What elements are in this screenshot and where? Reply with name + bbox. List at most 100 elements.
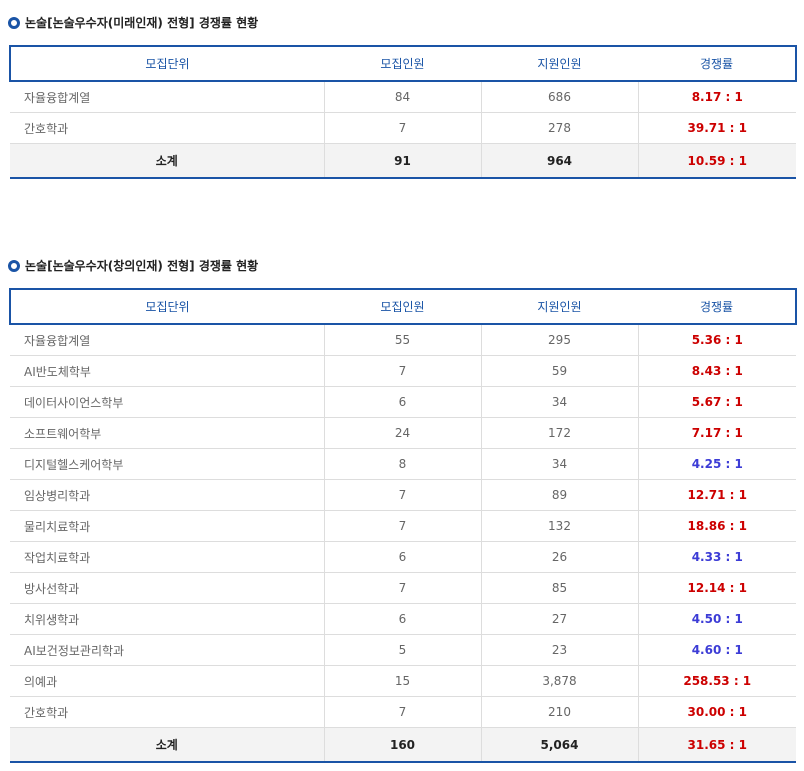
cell-quota: 15 xyxy=(324,665,482,697)
cell-unit: 자율융합계열 xyxy=(10,324,325,356)
cell-unit: 의예과 xyxy=(10,665,325,697)
section-title: 논술[논술우수자(창의인재) 전형] 경쟁률 현황 xyxy=(0,253,804,279)
cell-quota: 7 xyxy=(324,355,482,387)
cell-ratio: 30.00 : 1 xyxy=(638,696,796,728)
cell-unit: AI보건정보관리학과 xyxy=(10,634,325,666)
cell-quota: 7 xyxy=(324,479,482,511)
cell-ratio: 4.50 : 1 xyxy=(638,603,796,635)
circle-bullet-icon xyxy=(8,260,20,272)
cell-ratio: 12.71 : 1 xyxy=(638,479,796,511)
cell-unit: 간호학과 xyxy=(10,112,325,144)
cell-applicants: 132 xyxy=(481,510,639,542)
cell-applicants: 89 xyxy=(481,479,639,511)
cell-quota: 6 xyxy=(324,603,482,635)
section-title-text: 논술[논술우수자(미래인재) 전형] 경쟁률 현황 xyxy=(25,16,259,30)
table-row: 임상병리학과 7 89 12.71 : 1 xyxy=(10,479,796,511)
cell-applicants: 210 xyxy=(481,696,639,728)
cell-quota: 7 xyxy=(324,572,482,604)
header-applicants: 지원인원 xyxy=(481,45,638,82)
cell-applicants: 59 xyxy=(481,355,639,387)
cell-quota: 6 xyxy=(324,386,482,418)
table-row: 의예과 15 3,878 258.53 : 1 xyxy=(10,665,796,697)
competition-table: 모집단위 모집인원 지원인원 경쟁률 자율융합계열 55 295 5.36 : 1 AI… xyxy=(9,288,797,763)
table-row: 소프트웨어학부 24 172 7.17 : 1 xyxy=(10,417,796,449)
header-quota: 모집인원 xyxy=(324,45,481,82)
cell-quota: 8 xyxy=(324,448,482,480)
cell-unit: 디지털헬스케어학부 xyxy=(10,448,325,480)
header-quota: 모집인원 xyxy=(324,288,481,325)
competition-table: 모집단위 모집인원 지원인원 경쟁률 자율융합계열 84 686 8.17 : 1 간호… xyxy=(9,45,797,179)
cell-applicants: 295 xyxy=(481,324,639,356)
total-quota: 91 xyxy=(324,143,482,179)
table-row: AI보건정보관리학과 5 23 4.60 : 1 xyxy=(10,634,796,666)
section-title-text: 논술[논술우수자(창의인재) 전형] 경쟁률 현황 xyxy=(25,259,259,273)
cell-applicants: 85 xyxy=(481,572,639,604)
table-total-row: 소계 160 5,064 31.65 : 1 xyxy=(10,727,796,763)
cell-unit: 물리치료학과 xyxy=(10,510,325,542)
table-row: 자율융합계열 55 295 5.36 : 1 xyxy=(10,324,796,356)
total-unit: 소계 xyxy=(10,143,325,179)
total-ratio: 10.59 : 1 xyxy=(638,143,796,179)
cell-unit: 방사선학과 xyxy=(10,572,325,604)
cell-ratio: 18.86 : 1 xyxy=(638,510,796,542)
header-unit: 모집단위 xyxy=(9,45,324,82)
table-body: 자율융합계열 55 295 5.36 : 1 AI반도체학부 7 59 8.43 : 1 데이터… xyxy=(10,324,796,763)
total-quota: 160 xyxy=(324,727,482,763)
cell-applicants: 172 xyxy=(481,417,639,449)
header-ratio: 경쟁률 xyxy=(638,45,797,82)
cell-quota: 6 xyxy=(324,541,482,573)
total-applicants: 964 xyxy=(481,143,639,179)
cell-ratio: 5.67 : 1 xyxy=(638,386,796,418)
cell-applicants: 27 xyxy=(481,603,639,635)
table-row: 데이터사이언스학부 6 34 5.67 : 1 xyxy=(10,386,796,418)
cell-applicants: 278 xyxy=(481,112,639,144)
table-header-row: 모집단위 모집인원 지원인원 경쟁률 xyxy=(9,288,797,325)
cell-ratio: 7.17 : 1 xyxy=(638,417,796,449)
cell-ratio: 39.71 : 1 xyxy=(638,112,796,144)
cell-ratio: 12.14 : 1 xyxy=(638,572,796,604)
cell-unit: 데이터사이언스학부 xyxy=(10,386,325,418)
cell-ratio: 258.53 : 1 xyxy=(638,665,796,697)
total-unit: 소계 xyxy=(10,727,325,763)
cell-applicants: 23 xyxy=(481,634,639,666)
cell-quota: 55 xyxy=(324,324,482,356)
cell-ratio: 4.25 : 1 xyxy=(638,448,796,480)
cell-unit: 간호학과 xyxy=(10,696,325,728)
section-mirae: 논술[논술우수자(미래인재) 전형] 경쟁률 현황 모집단위 모집인원 지원인원… xyxy=(0,10,804,179)
cell-unit: AI반도체학부 xyxy=(10,355,325,387)
table-row: 작업치료학과 6 26 4.33 : 1 xyxy=(10,541,796,573)
section-changui: 논술[논술우수자(창의인재) 전형] 경쟁률 현황 모집단위 모집인원 지원인원… xyxy=(0,253,804,763)
cell-unit: 치위생학과 xyxy=(10,603,325,635)
table-total-row: 소계 91 964 10.59 : 1 xyxy=(10,143,796,179)
cell-applicants: 34 xyxy=(481,386,639,418)
cell-ratio: 4.33 : 1 xyxy=(638,541,796,573)
header-ratio: 경쟁률 xyxy=(638,288,797,325)
section-title: 논술[논술우수자(미래인재) 전형] 경쟁률 현황 xyxy=(0,10,804,36)
cell-applicants: 3,878 xyxy=(481,665,639,697)
cell-unit: 소프트웨어학부 xyxy=(10,417,325,449)
cell-unit: 자율융합계열 xyxy=(10,81,325,113)
header-applicants: 지원인원 xyxy=(481,288,638,325)
cell-applicants: 34 xyxy=(481,448,639,480)
cell-unit: 임상병리학과 xyxy=(10,479,325,511)
cell-quota: 7 xyxy=(324,112,482,144)
table-row: 간호학과 7 210 30.00 : 1 xyxy=(10,696,796,728)
header-unit: 모집단위 xyxy=(9,288,324,325)
table-row: AI반도체학부 7 59 8.43 : 1 xyxy=(10,355,796,387)
table-row: 방사선학과 7 85 12.14 : 1 xyxy=(10,572,796,604)
cell-ratio: 4.60 : 1 xyxy=(638,634,796,666)
cell-quota: 7 xyxy=(324,696,482,728)
cell-ratio: 8.43 : 1 xyxy=(638,355,796,387)
cell-applicants: 686 xyxy=(481,81,639,113)
total-applicants: 5,064 xyxy=(481,727,639,763)
total-ratio: 31.65 : 1 xyxy=(638,727,796,763)
cell-quota: 84 xyxy=(324,81,482,113)
table-row: 디지털헬스케어학부 8 34 4.25 : 1 xyxy=(10,448,796,480)
table-body: 자율융합계열 84 686 8.17 : 1 간호학과 7 278 39.71 : 1 소계 91… xyxy=(10,81,796,179)
table-row: 자율융합계열 84 686 8.17 : 1 xyxy=(10,81,796,113)
table-row: 물리치료학과 7 132 18.86 : 1 xyxy=(10,510,796,542)
table-row: 간호학과 7 278 39.71 : 1 xyxy=(10,112,796,144)
cell-quota: 5 xyxy=(324,634,482,666)
cell-ratio: 8.17 : 1 xyxy=(638,81,796,113)
cell-unit: 작업치료학과 xyxy=(10,541,325,573)
